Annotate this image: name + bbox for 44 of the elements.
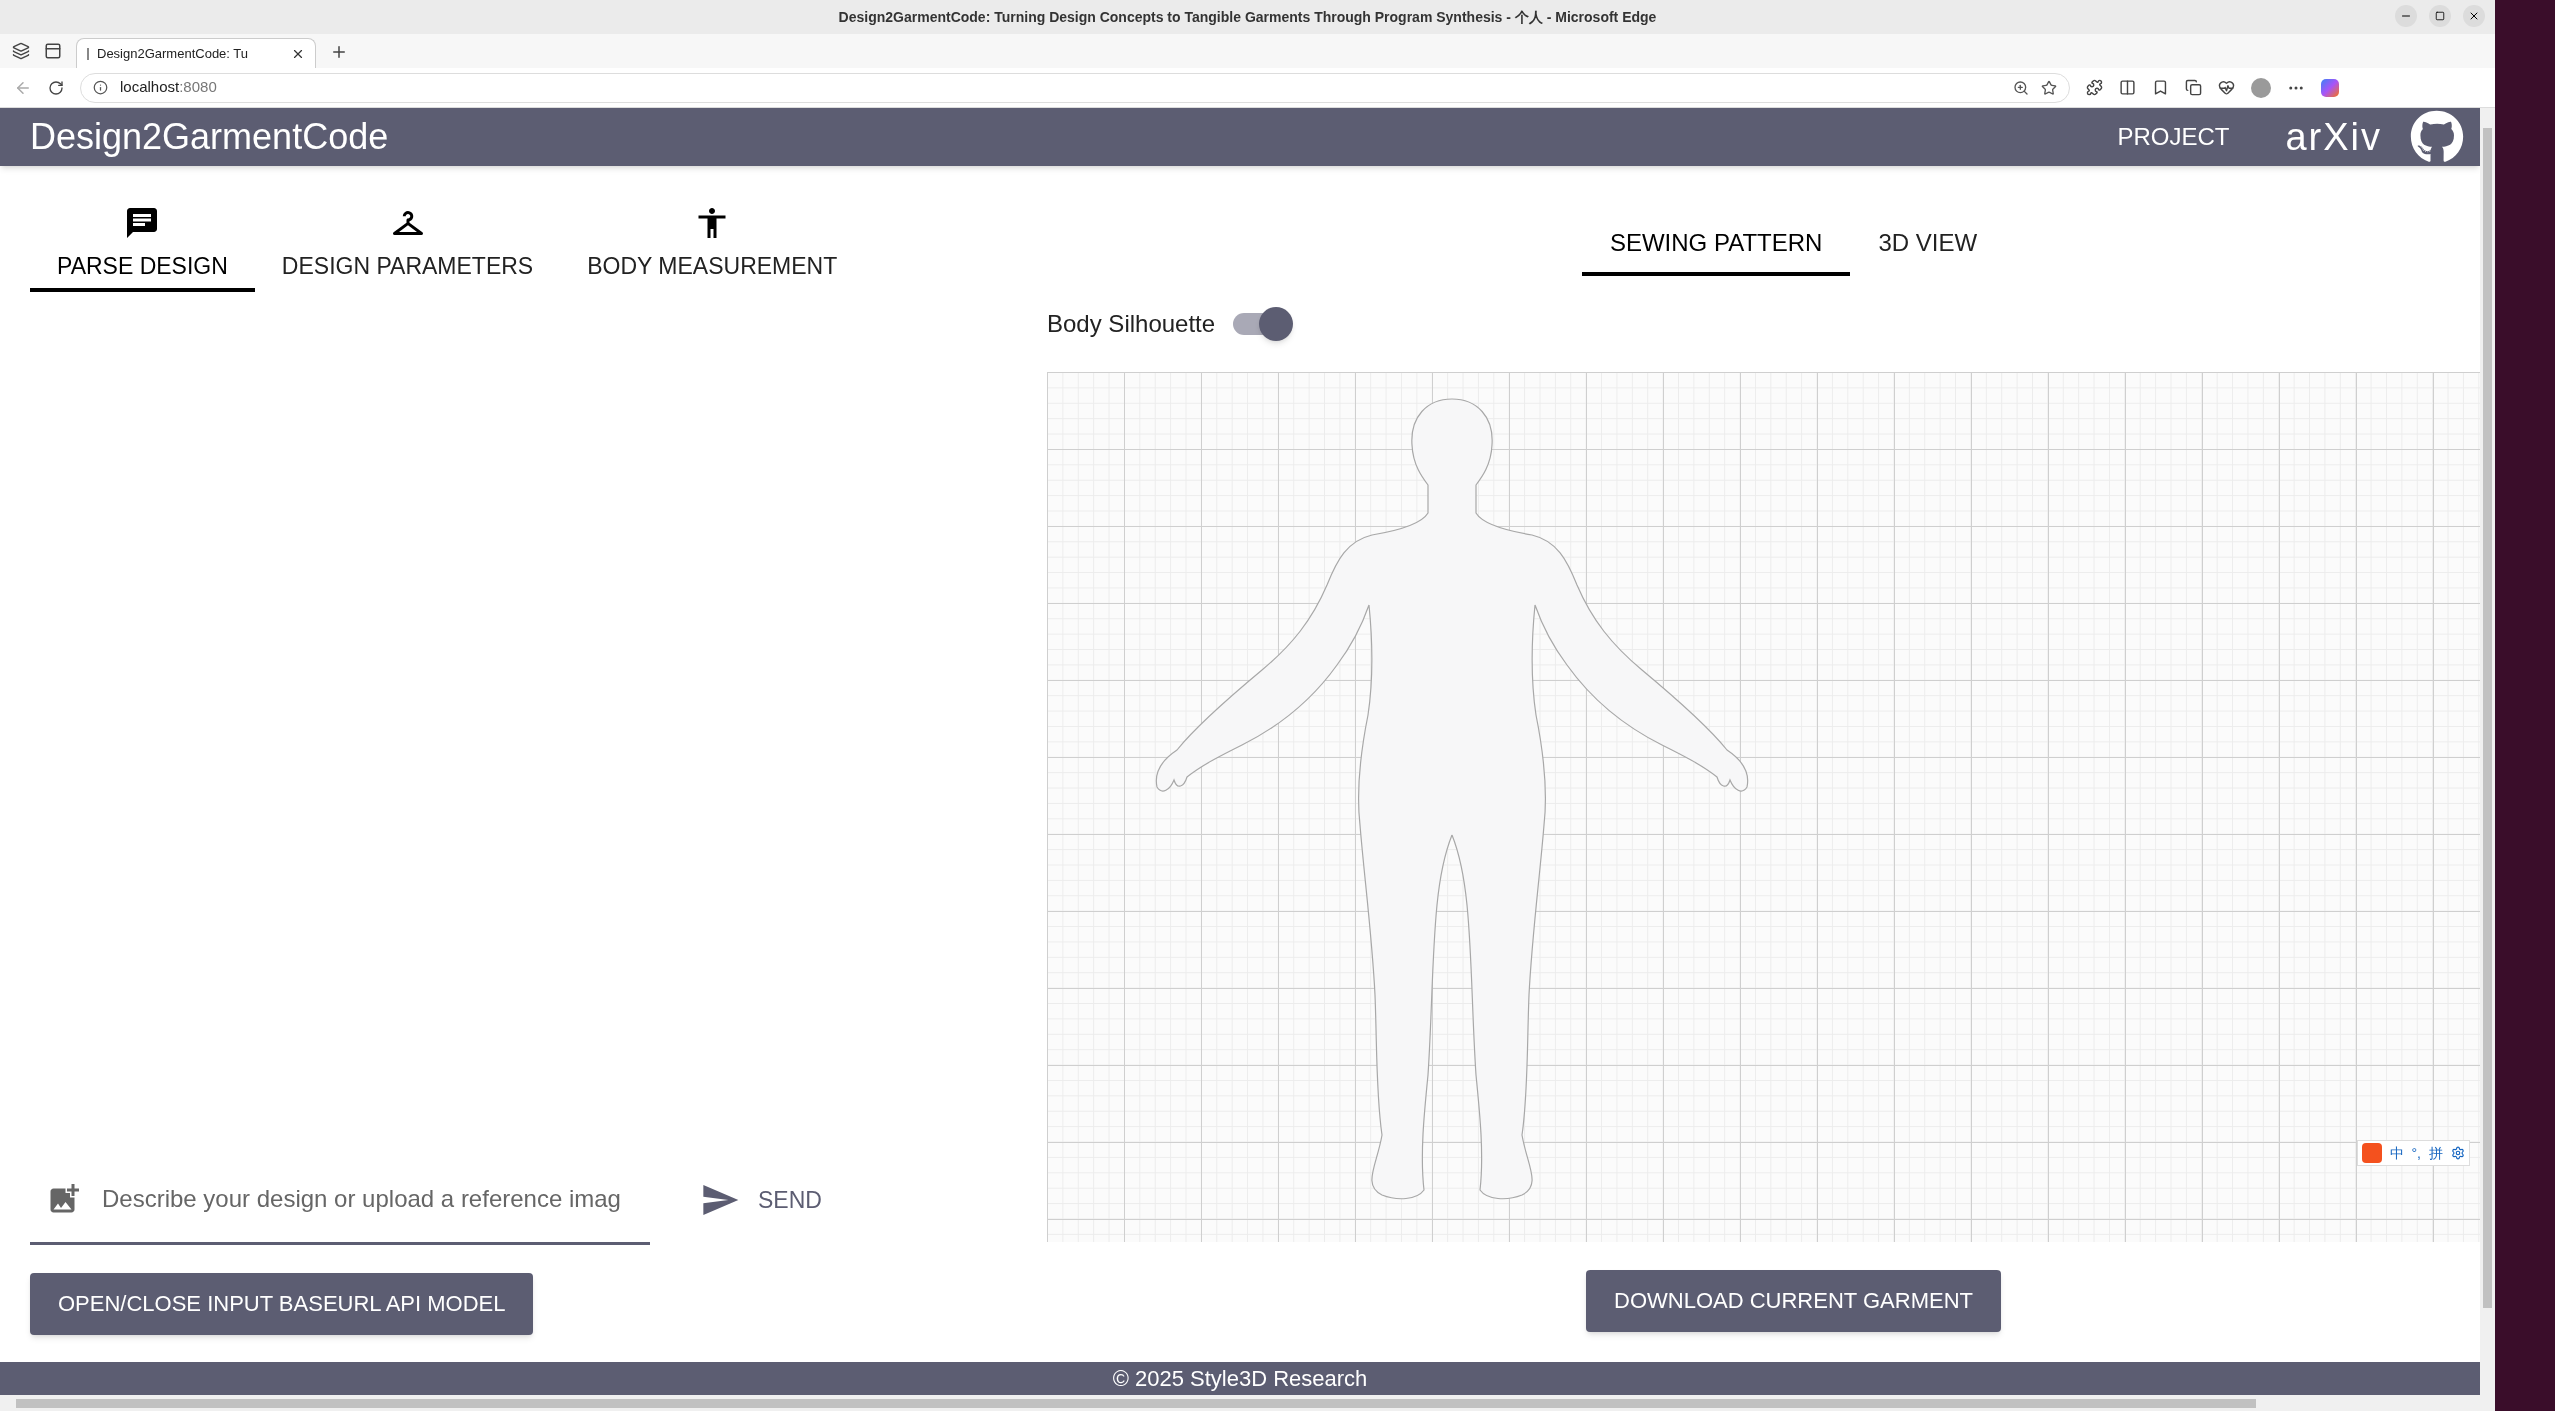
design-tab[interactable]: PARSE DESIGN (30, 200, 255, 292)
design-tab[interactable]: DESIGN PARAMETERS (254, 200, 561, 292)
profile-avatar-icon[interactable] (2251, 77, 2271, 98)
silhouette-switch[interactable] (1231, 307, 1294, 341)
new-tab-icon[interactable] (330, 43, 348, 61)
restore-button[interactable] (2429, 5, 2451, 27)
send-button[interactable]: SEND (700, 1180, 822, 1220)
zoom-icon[interactable] (2013, 79, 2029, 96)
github-icon[interactable] (2410, 110, 2464, 164)
copyright-text: © 2025 Style3D Research (1112, 1365, 1368, 1393)
extensions-icon[interactable] (2086, 79, 2103, 96)
copilot-icon[interactable] (2321, 78, 2339, 97)
ime-button[interactable]: 拼 (2429, 1142, 2443, 1164)
tab-title: Design2GarmentCode: Tu (97, 44, 249, 63)
restore-icon (2435, 11, 2445, 21)
browser-tab[interactable]: Design2GarmentCode: Tu (76, 38, 316, 68)
view-tab[interactable]: SEWING PATTERN (1581, 214, 1851, 276)
design-tab[interactable]: BODY MEASUREMENT (560, 200, 865, 292)
close-icon (2468, 10, 2480, 22)
browser-essentials-icon[interactable] (2218, 79, 2235, 96)
ime-button[interactable]: °, (2411, 1142, 2421, 1164)
reload-icon[interactable] (48, 79, 64, 96)
settings-icon[interactable] (2451, 1146, 2465, 1160)
project-link[interactable]: PROJECT (2117, 119, 2230, 155)
collections-icon[interactable] (2185, 79, 2202, 96)
workspaces-icon[interactable] (12, 42, 30, 60)
favorite-star-icon[interactable] (2041, 79, 2057, 96)
download-button[interactable]: DOWNLOAD CURRENT GARMENT (1586, 1269, 2001, 1332)
split-screen-icon[interactable] (2119, 79, 2136, 96)
ime-logo-icon[interactable] (2361, 1143, 2382, 1163)
arxiv-logo[interactable]: arXiv (2285, 108, 2382, 166)
view-tab[interactable]: 3D VIEW (1850, 214, 2006, 276)
site-info-icon (93, 80, 108, 95)
minimize-button[interactable] (2395, 5, 2417, 27)
app-title: Design2GarmentCode (30, 115, 389, 159)
close-button[interactable] (2463, 5, 2485, 27)
toggle-label: Body Silhouette (1047, 309, 1216, 339)
window-title: Design2GarmentCode: Turning Design Concepts to Tangible Garments Through Program Synthesis - 个人 - Microsoft Edge (838, 7, 1657, 27)
tab-actions-icon[interactable] (44, 42, 62, 60)
favorites-icon[interactable] (2152, 79, 2169, 96)
input-model-button[interactable]: OPEN/CLOSE INPUT BASEURL API MODEL (30, 1272, 534, 1335)
design-input-field[interactable]: Describe your design or upload a reference imag (102, 1180, 634, 1217)
ime-button[interactable]: 中 (2389, 1142, 2404, 1164)
url-text: localhost:8080 (120, 77, 217, 98)
